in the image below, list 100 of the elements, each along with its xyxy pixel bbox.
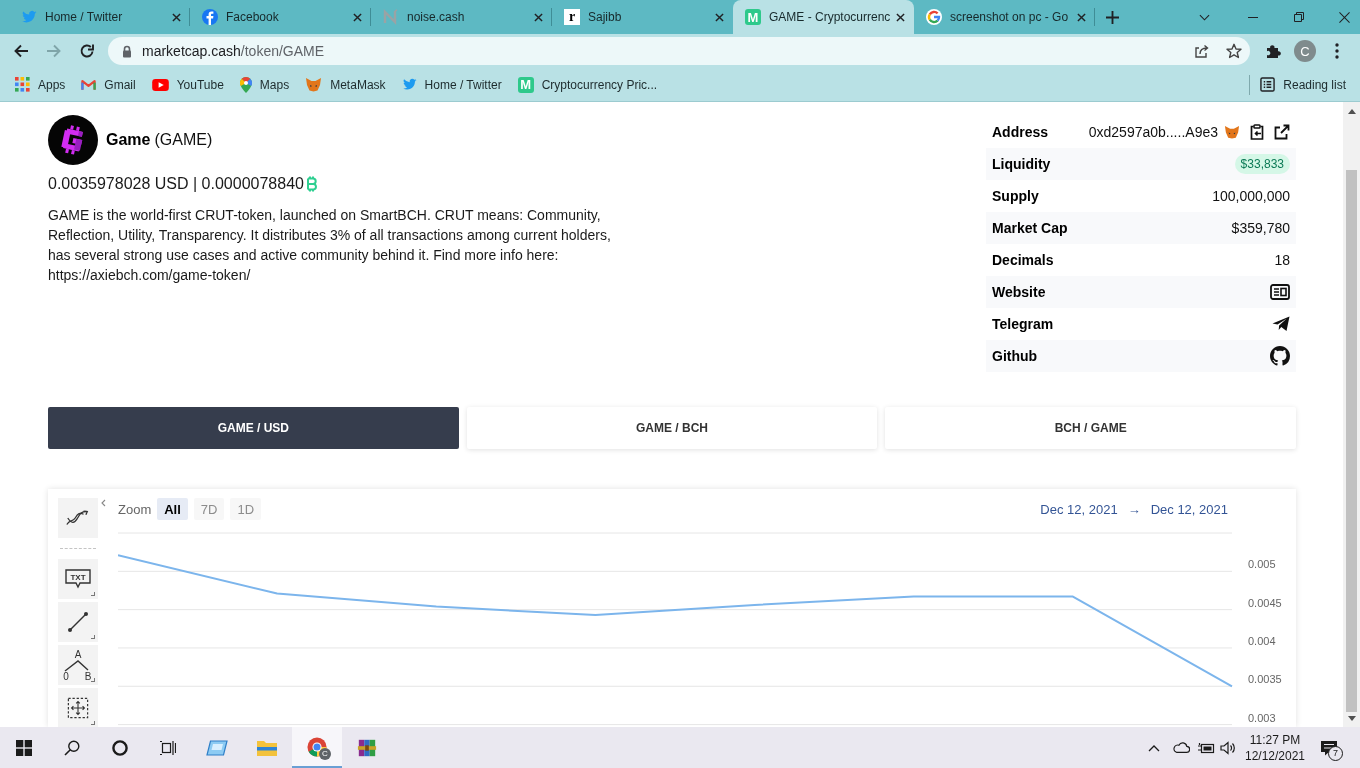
line-segment-icon bbox=[65, 611, 91, 633]
cloud-icon[interactable] bbox=[1172, 742, 1190, 753]
grid-icon bbox=[15, 77, 30, 92]
copy-icon[interactable] bbox=[1249, 124, 1265, 140]
axis-label: 0.005 bbox=[1248, 558, 1276, 571]
octocat-icon[interactable] bbox=[1270, 346, 1290, 366]
token-description: GAME is the world-first CRUT-token, launched on SmartBCH. CRUT means: Community, Reflection, Utility, Transparency. It distributes 3% of all transactions among current holders, has several strong use cases and active community behind it. Find more info here: https://axiebch.com/game-token/ bbox=[48, 206, 612, 285]
drawing-tool-button[interactable]: TXT bbox=[58, 559, 98, 599]
bookmark[interactable]: YouTube bbox=[151, 77, 224, 92]
pair-tab[interactable]: BCH / GAME bbox=[885, 407, 1296, 449]
share-icon[interactable] bbox=[1194, 43, 1210, 59]
pair-tab[interactable]: GAME / USD bbox=[48, 407, 459, 449]
speaker-icon[interactable] bbox=[1220, 740, 1236, 755]
zoom-label: Zoom bbox=[118, 501, 152, 517]
date-to: Dec 12, 2021 bbox=[1150, 501, 1228, 517]
star-icon[interactable] bbox=[1226, 43, 1242, 59]
detail-label: Telegram bbox=[992, 316, 1054, 332]
external-link-icon[interactable] bbox=[1274, 124, 1290, 140]
axis-label: 0.0045 bbox=[1248, 596, 1282, 609]
browser-tab[interactable]: M GAME - Cryptocurrenc bbox=[733, 0, 914, 34]
puzzle-icon[interactable] bbox=[1265, 43, 1281, 59]
scrollbar-thumb[interactable] bbox=[1346, 170, 1357, 712]
range-arrow-icon: → bbox=[1127, 501, 1141, 517]
restore-icon[interactable] bbox=[1294, 12, 1304, 22]
bookmark[interactable]: Maps bbox=[239, 76, 290, 93]
detail-label: Supply bbox=[992, 188, 1039, 204]
list-icon bbox=[1260, 77, 1276, 92]
address-value: 0xd2597a0b.....A9e3 bbox=[1088, 124, 1218, 140]
reload-icon[interactable] bbox=[79, 43, 95, 59]
minimize-icon[interactable] bbox=[1248, 16, 1258, 18]
token-price: 0.0035978028 USD | 0.0000078840 bbox=[48, 175, 304, 193]
browser-icon bbox=[306, 736, 328, 757]
plus-icon[interactable] bbox=[1106, 10, 1119, 24]
n-logo-icon bbox=[383, 9, 399, 25]
profile-avatar[interactable]: C bbox=[1294, 40, 1316, 62]
detail-label: Github bbox=[992, 348, 1038, 364]
token-logo bbox=[48, 115, 98, 165]
detail-label: Market Cap bbox=[992, 220, 1068, 236]
chevron-up-icon[interactable] bbox=[1148, 743, 1160, 752]
axis-label: 0.004 bbox=[1248, 634, 1276, 647]
zoom-button[interactable]: All bbox=[157, 498, 188, 520]
scroll-up-icon[interactable] bbox=[1347, 109, 1356, 114]
letter-tile-icon: M bbox=[745, 9, 761, 25]
clock-time[interactable]: 11:27 PM bbox=[1249, 731, 1301, 748]
clock-date[interactable]: 12/12/2021 bbox=[1244, 747, 1306, 764]
detail-label: Decimals bbox=[992, 252, 1054, 268]
browser-tab[interactable]: noise.cash bbox=[371, 0, 552, 34]
browser-tab[interactable]: Home / Twitter bbox=[9, 0, 190, 34]
bookmark[interactable]: Apps bbox=[15, 77, 66, 92]
drawing-tool-button[interactable] bbox=[58, 688, 98, 727]
coin-sign-icon bbox=[305, 176, 317, 192]
envelope-icon bbox=[81, 77, 97, 92]
bird-icon bbox=[21, 9, 37, 25]
bookmark[interactable]: Gmail bbox=[81, 77, 136, 92]
drawing-tool-button[interactable] bbox=[58, 498, 98, 538]
bird-icon bbox=[401, 77, 417, 92]
close-icon[interactable] bbox=[353, 12, 362, 22]
close-icon[interactable] bbox=[172, 12, 181, 22]
letter-tile-icon: M bbox=[517, 76, 534, 93]
lock-icon[interactable] bbox=[122, 44, 132, 58]
axis-label: 0.003 bbox=[1248, 711, 1276, 724]
dashed-frame-icon bbox=[65, 697, 91, 719]
browser-tab[interactable]: r Sajibb bbox=[552, 0, 733, 34]
detail-value: $359,780 bbox=[1231, 220, 1290, 236]
collapse-chevron-icon[interactable] bbox=[101, 499, 106, 507]
drawing-tool-button[interactable] bbox=[58, 602, 98, 642]
axis-label: 0.0035 bbox=[1248, 673, 1282, 686]
close-icon[interactable] bbox=[534, 12, 543, 22]
date-from: Dec 12, 2021 bbox=[1040, 501, 1118, 517]
browser-tab[interactable]: screenshot on pc - Go bbox=[914, 0, 1095, 34]
bookmark[interactable]: Home / Twitter bbox=[401, 77, 502, 92]
scroll-down-icon[interactable] bbox=[1347, 716, 1356, 721]
browser-tab[interactable]: Facebook bbox=[190, 0, 371, 34]
menu-icon[interactable] bbox=[1335, 43, 1339, 59]
fox-icon[interactable] bbox=[1224, 124, 1240, 140]
close-icon[interactable] bbox=[715, 12, 724, 22]
close-icon[interactable] bbox=[896, 12, 905, 22]
close-icon[interactable] bbox=[1339, 11, 1350, 23]
reading-list-button[interactable]: Reading list bbox=[1260, 77, 1346, 92]
liquidity-badge: $33,833 bbox=[1234, 154, 1290, 174]
chevron-down-icon[interactable] bbox=[1199, 13, 1210, 21]
play-icon bbox=[151, 78, 169, 91]
token-symbol: (GAME) bbox=[154, 131, 213, 149]
back-arrow-icon[interactable] bbox=[13, 43, 29, 59]
battery-plug-icon[interactable] bbox=[1197, 741, 1215, 754]
close-icon[interactable] bbox=[1077, 12, 1086, 22]
windows-icon bbox=[16, 739, 32, 756]
map-pin-icon bbox=[239, 76, 252, 93]
pair-tab[interactable]: GAME / BCH bbox=[466, 407, 878, 449]
detail-value: 18 bbox=[1274, 252, 1290, 268]
taskbar-button[interactable]: C bbox=[292, 727, 342, 768]
search-icon bbox=[64, 739, 80, 756]
address-field[interactable]: marketcap.cash/token/GAME bbox=[108, 37, 1250, 65]
detail-label: Address bbox=[992, 124, 1049, 140]
g-logo-icon bbox=[926, 9, 942, 25]
bookmark[interactable]: M Cryptocurrency Pric... bbox=[517, 76, 658, 93]
detail-label: Liquidity bbox=[992, 156, 1051, 172]
bookmark[interactable]: MetaMask bbox=[305, 77, 386, 92]
website-icon[interactable] bbox=[1270, 284, 1290, 300]
paper-plane-icon[interactable] bbox=[1272, 316, 1290, 332]
